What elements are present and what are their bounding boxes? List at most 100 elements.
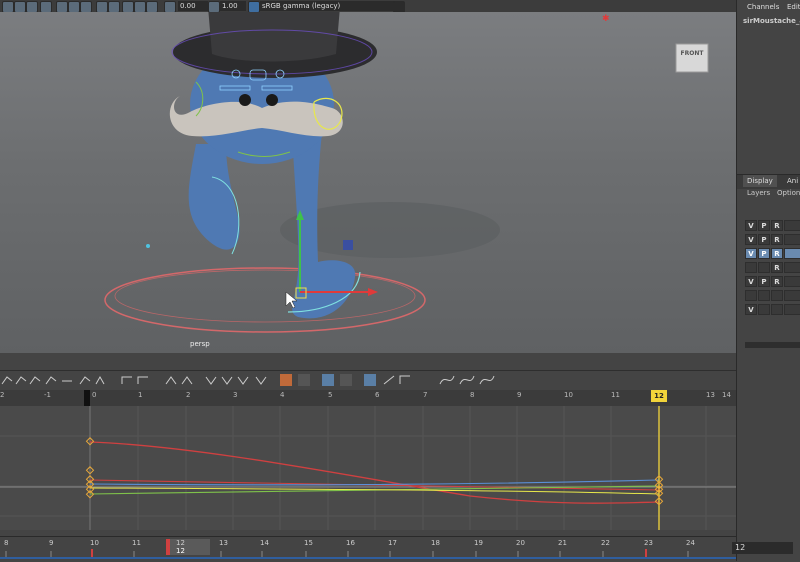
channel-box-panel: Channels Edit sirMoustache_ani Display A… [736, 0, 800, 561]
viewport-3d[interactable]: FRONT ✱ [0, 12, 736, 353]
time-slider[interactable]: 8 9 10 11 12 12 13 14 15 16 17 18 19 20 … [0, 536, 736, 562]
exposure-field[interactable]: 0.00 [178, 1, 208, 11]
stacked-view-icon [364, 374, 376, 386]
object-name: sirMoustache_ani [743, 17, 800, 25]
ruler-label: 13 [706, 391, 715, 399]
resample-icon [459, 375, 475, 385]
layer-color-swatch[interactable] [784, 262, 800, 273]
buffer-curve-icon [121, 376, 132, 384]
break-tangents-icon [95, 375, 105, 385]
tangent-stepped-icon [45, 376, 57, 385]
layer-visibility-toggle[interactable]: V [745, 248, 757, 259]
curve-filter-icon [439, 375, 455, 385]
graph-editor-toolbar [0, 370, 736, 389]
time-label: 11 [132, 539, 141, 547]
layer-reference-toggle[interactable]: R [771, 248, 783, 259]
tab-edit[interactable]: Edit [783, 1, 800, 13]
curves-canvas [0, 406, 736, 530]
layer-row[interactable]: V [745, 304, 800, 315]
layer-reference-toggle[interactable] [771, 290, 783, 301]
isolate-curve-icon [399, 375, 410, 384]
ruler-label: 2 [186, 391, 191, 399]
layer-reference-toggle[interactable]: R [771, 262, 783, 273]
left-eye [239, 94, 251, 106]
ruler-label: 8 [470, 391, 475, 399]
snap-icon [340, 374, 352, 386]
tab-display[interactable]: Display [743, 175, 777, 187]
oscillate-icon [255, 376, 267, 385]
time-label: 12 [176, 539, 185, 547]
layer-reference-toggle[interactable] [771, 304, 783, 315]
layer-row[interactable] [745, 290, 800, 301]
auto-frame-icon [322, 374, 334, 386]
layer-visibility-toggle[interactable]: V [745, 304, 757, 315]
layer-reference-toggle[interactable]: R [771, 220, 783, 231]
tab-channels[interactable]: Channels [743, 1, 783, 13]
layer-playback-toggle[interactable]: P [758, 276, 770, 287]
tab-anim[interactable]: Ani [783, 175, 800, 187]
time-label: 21 [558, 539, 567, 547]
menu-layers[interactable]: Layers [747, 189, 770, 197]
layer-color-swatch[interactable] [784, 248, 800, 259]
layer-row[interactable]: V P R [745, 276, 800, 287]
layer-visibility-toggle[interactable]: V [745, 220, 757, 231]
layer-color-swatch[interactable] [784, 276, 800, 287]
layer-visibility-toggle[interactable]: V [745, 276, 757, 287]
time-label: 14 [260, 539, 269, 547]
tangent-plateau-icon [79, 376, 91, 385]
time-label: 24 [686, 539, 695, 547]
layer-row[interactable]: V P R [745, 234, 800, 245]
layer-color-swatch[interactable] [784, 220, 800, 231]
ruler-label: 2 [0, 391, 5, 399]
layer-reference-toggle[interactable]: R [771, 234, 783, 245]
layer-row-selected[interactable]: V P R [745, 248, 800, 259]
graph-editor-ruler[interactable]: 2 -1 0 1 2 3 4 5 6 7 8 9 10 11 12 13 14 … [0, 390, 736, 407]
graph-editor-graph[interactable] [0, 406, 736, 530]
ruler-label: 14 [722, 391, 731, 399]
time-label: 17 [388, 539, 397, 547]
layer-visibility-toggle[interactable]: V [745, 234, 757, 245]
ruler-label: 3 [233, 391, 238, 399]
layer-playback-toggle[interactable] [758, 262, 770, 273]
layer-playback-toggle[interactable]: P [758, 248, 770, 259]
layer-visibility-toggle[interactable] [745, 290, 757, 301]
ruler-label: 0 [92, 391, 97, 399]
cycle-icon [237, 376, 249, 385]
layer-color-swatch[interactable] [784, 290, 800, 301]
time-label: 8 [4, 539, 9, 547]
curve-display-icon [298, 374, 310, 386]
current-frame-input[interactable]: 12 [732, 542, 793, 554]
menu-options[interactable]: Options [777, 189, 800, 197]
time-label: 10 [90, 539, 99, 547]
view-cube-label[interactable]: FRONT [676, 50, 708, 57]
current-time-marker[interactable]: 12 [651, 390, 667, 402]
layer-playback-toggle[interactable] [758, 304, 770, 315]
start-frame-marker[interactable] [84, 390, 90, 406]
layer-color-swatch[interactable] [784, 234, 800, 245]
layer-scrollbar[interactable] [745, 342, 800, 348]
axis-indicator-icon: ✱ [602, 14, 610, 24]
time-label: 16 [346, 539, 355, 547]
tangent-spline-icon [1, 376, 13, 385]
layer-playback-toggle[interactable]: P [758, 234, 770, 245]
hat-crown [208, 12, 340, 62]
ruler-label: 10 [564, 391, 573, 399]
layer-playback-toggle[interactable]: P [758, 220, 770, 231]
locator [146, 244, 150, 248]
color-space-dropdown[interactable]: sRGB gamma (legacy) [260, 1, 396, 11]
ruler-label: 4 [280, 391, 285, 399]
time-label: 15 [304, 539, 313, 547]
move-arrow-x [368, 288, 378, 296]
layer-playback-toggle[interactable] [758, 290, 770, 301]
layer-color-swatch[interactable] [784, 304, 800, 315]
root-control-circle-inner [114, 269, 416, 323]
gamma-field[interactable]: 1.00 [220, 1, 246, 11]
view-cube [675, 43, 709, 73]
layer-reference-toggle[interactable]: R [771, 276, 783, 287]
layer-visibility-toggle[interactable] [745, 262, 757, 273]
layer-row[interactable]: R [745, 262, 800, 273]
right-eye [266, 94, 278, 106]
layer-row[interactable]: V P R [745, 220, 800, 231]
normalize-icon [181, 376, 193, 385]
scene [104, 12, 709, 333]
